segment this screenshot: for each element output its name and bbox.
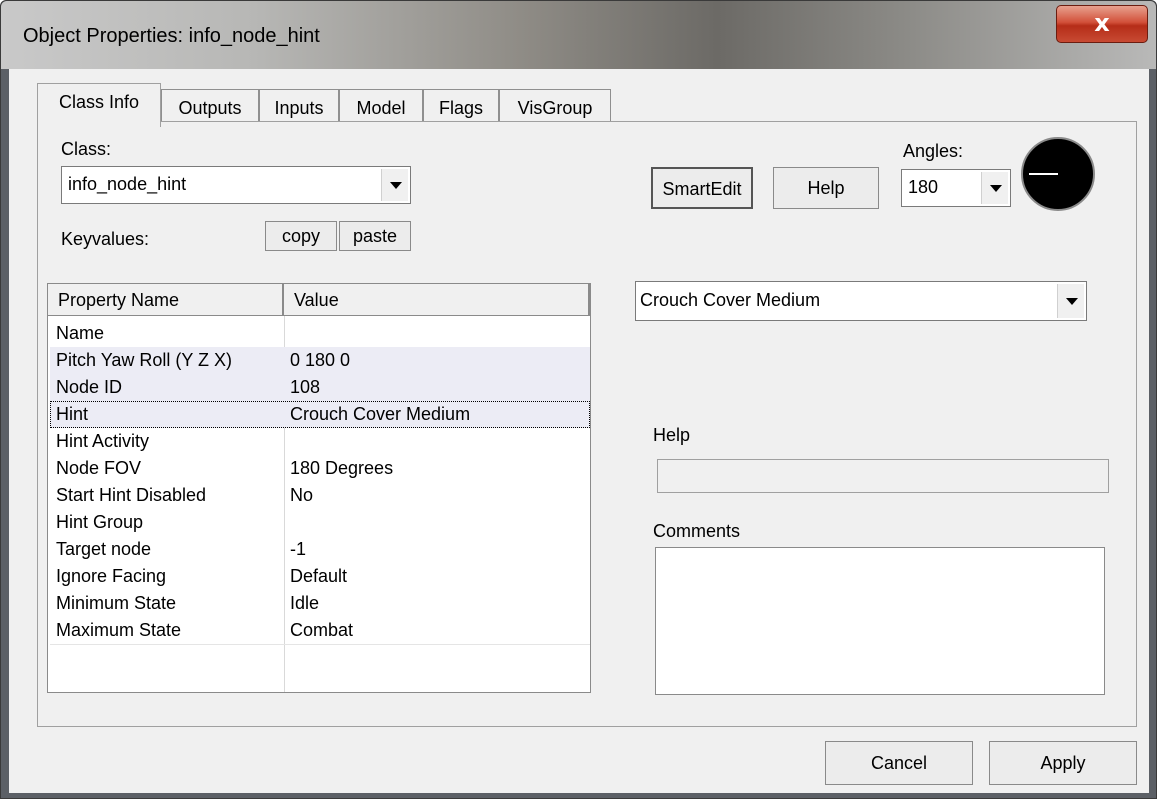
- help-text-box: [657, 459, 1109, 493]
- grid-header-property-name[interactable]: Property Name: [48, 284, 284, 316]
- chevron-down-icon[interactable]: [381, 169, 408, 201]
- angles-label: Angles:: [903, 141, 964, 161]
- table-row[interactable]: Ignore Facing Default: [50, 563, 590, 590]
- table-row[interactable]: Node ID 108: [50, 374, 590, 401]
- table-row[interactable]: Start Hint Disabled No: [50, 482, 590, 509]
- table-row[interactable]: Hint Group: [50, 509, 590, 536]
- title-bar[interactable]: Object Properties: info_node_hint x: [1, 1, 1156, 69]
- object-properties-window: Object Properties: info_node_hint x Clas…: [0, 0, 1157, 799]
- table-row-selected[interactable]: Hint Crouch Cover Medium: [50, 401, 590, 428]
- class-combobox[interactable]: info_node_hint: [61, 166, 411, 204]
- tab-class-info[interactable]: Class Info: [37, 83, 161, 127]
- cancel-button[interactable]: Cancel: [825, 741, 973, 785]
- table-row[interactable]: Node FOV 180 Degrees: [50, 455, 590, 482]
- close-icon: x: [1094, 9, 1110, 37]
- table-row[interactable]: Minimum State Idle: [50, 590, 590, 617]
- smartedit-button[interactable]: SmartEdit: [651, 167, 753, 209]
- table-row[interactable]: Name: [50, 320, 590, 347]
- table-row[interactable]: Target node -1: [50, 536, 590, 563]
- table-row[interactable]: Maximum State Combat: [50, 617, 590, 644]
- angle-dial[interactable]: [1019, 135, 1097, 213]
- copy-button[interactable]: copy: [265, 221, 337, 251]
- dialog-client: Class Info Outputs Inputs Model Flags Vi…: [9, 69, 1149, 793]
- help-button[interactable]: Help: [773, 167, 879, 209]
- class-label: Class:: [61, 139, 112, 159]
- table-row[interactable]: Pitch Yaw Roll (Y Z X) 0 180 0: [50, 347, 590, 374]
- keyvalues-grid[interactable]: Property Name Value Name Pitch Yaw Roll …: [47, 283, 591, 693]
- keyvalues-label: Keyvalues:: [61, 229, 150, 249]
- angles-combobox[interactable]: 180: [901, 169, 1011, 207]
- chevron-down-icon[interactable]: [1057, 284, 1084, 318]
- comments-label: Comments: [653, 521, 741, 541]
- help-label: Help: [653, 425, 691, 445]
- table-row[interactable]: Hint Activity: [50, 428, 590, 455]
- paste-button[interactable]: paste: [339, 221, 411, 251]
- apply-button[interactable]: Apply: [989, 741, 1137, 785]
- chevron-down-icon[interactable]: [981, 172, 1008, 204]
- grid-header-value[interactable]: Value: [284, 284, 590, 316]
- comments-textarea[interactable]: [655, 547, 1105, 695]
- close-button[interactable]: x: [1056, 5, 1148, 43]
- value-combobox[interactable]: Crouch Cover Medium: [635, 281, 1087, 321]
- window-title: Object Properties: info_node_hint: [23, 25, 320, 47]
